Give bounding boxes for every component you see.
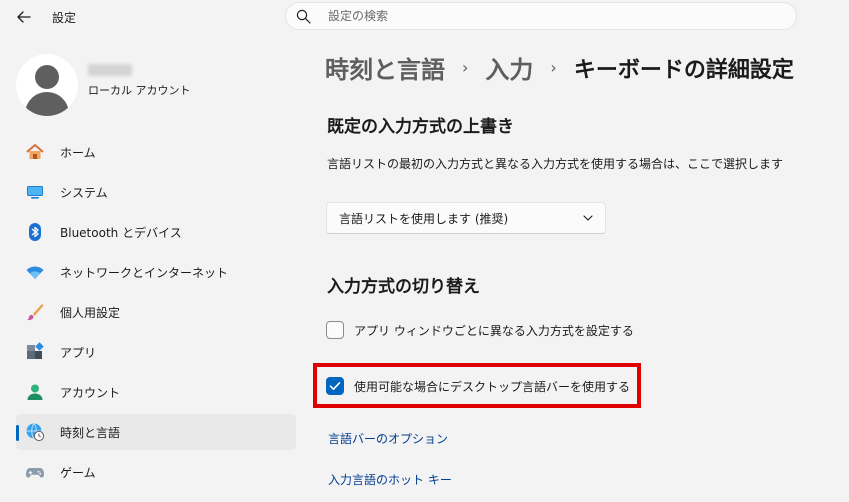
language-bar-option: 使用可能な場合にデスクトップ言語バーを使用する [326, 377, 630, 395]
avatar-body [25, 92, 69, 116]
chevron-down-icon [583, 215, 593, 221]
language-bar-label: 使用可能な場合にデスクトップ言語バーを使用する [354, 379, 631, 394]
per-app-input-label: アプリ ウィンドウごとに異なる入力方式を設定する [354, 323, 634, 338]
breadcrumb: 時刻と言語 › 入力 › キーボードの詳細設定 [325, 50, 794, 85]
sidebar-item-label: 時刻と言語 [60, 425, 121, 440]
sidebar-item-accounts[interactable]: アカウント [16, 374, 296, 410]
avatar-head [35, 65, 59, 89]
input-language-hotkeys-link[interactable]: 入力言語のホット キー [328, 471, 452, 488]
input-method-dropdown[interactable]: 言語リストを使用します (推奨) [326, 202, 606, 234]
sidebar-item-label: ホーム [60, 145, 96, 160]
sidebar-item-bluetooth[interactable]: Bluetooth とデバイス [16, 214, 296, 250]
back-arrow-icon [17, 11, 31, 23]
language-bar-options-link[interactable]: 言語バーのオプション [328, 430, 448, 447]
per-app-input-checkbox[interactable] [326, 321, 344, 339]
dropdown-selected-value: 言語リストを使用します (推奨) [339, 211, 509, 226]
per-app-input-option: アプリ ウィンドウごとに異なる入力方式を設定する [326, 321, 634, 339]
time-language-icon [25, 422, 45, 442]
section-heading-switching: 入力方式の切り替え [327, 277, 480, 297]
user-name-redacted [88, 64, 132, 76]
home-icon [25, 142, 45, 162]
sidebar-item-gaming[interactable]: ゲーム [16, 454, 296, 490]
sidebar-item-network[interactable]: ネットワークとインターネット [16, 254, 296, 290]
breadcrumb-input[interactable]: 入力 [485, 50, 533, 85]
page-title: キーボードの詳細設定 [573, 57, 794, 83]
search-icon [296, 8, 312, 24]
account-icon [25, 382, 45, 402]
override-description: 言語リストの最初の入力方式と異なる入力方式を使用する場合は、ここで選択します [327, 157, 784, 171]
brush-icon [25, 302, 45, 322]
gamepad-icon [25, 462, 45, 482]
sidebar-item-label: Bluetooth とデバイス [60, 225, 182, 240]
chevron-right-icon: › [462, 58, 469, 77]
sidebar-item-home[interactable]: ホーム [16, 134, 296, 170]
sidebar-item-label: ゲーム [60, 465, 96, 480]
back-button[interactable] [12, 6, 36, 28]
sidebar-item-label: ネットワークとインターネット [60, 265, 229, 280]
checkmark-icon [329, 382, 341, 390]
app-title: 設定 [52, 11, 77, 25]
system-icon [25, 182, 45, 202]
sidebar-item-apps[interactable]: アプリ [16, 334, 296, 370]
breadcrumb-time-language[interactable]: 時刻と言語 [325, 50, 445, 85]
sidebar-item-personalization[interactable]: 個人用設定 [16, 294, 296, 330]
sidebar-item-label: アカウント [60, 385, 121, 400]
sidebar-item-system[interactable]: システム [16, 174, 296, 210]
apps-icon [25, 342, 45, 362]
sidebar-item-label: アプリ [60, 345, 97, 360]
search-input[interactable] [326, 8, 730, 24]
chevron-right-icon: › [550, 58, 557, 77]
section-heading-override: 既定の入力方式の上書き [327, 117, 514, 137]
search-box[interactable] [285, 2, 797, 30]
account-type: ローカル アカウント [88, 84, 191, 97]
sidebar-nav: ホーム システム Bluetooth とデバイス ネットワークとインターネット … [16, 134, 296, 494]
language-bar-checkbox[interactable] [326, 377, 344, 395]
avatar[interactable] [16, 54, 78, 116]
sidebar-item-label: 個人用設定 [60, 305, 121, 320]
bluetooth-icon [25, 222, 45, 242]
sidebar-item-time-language[interactable]: 時刻と言語 [16, 414, 296, 450]
wifi-icon [25, 262, 45, 282]
sidebar-item-label: システム [60, 185, 108, 200]
